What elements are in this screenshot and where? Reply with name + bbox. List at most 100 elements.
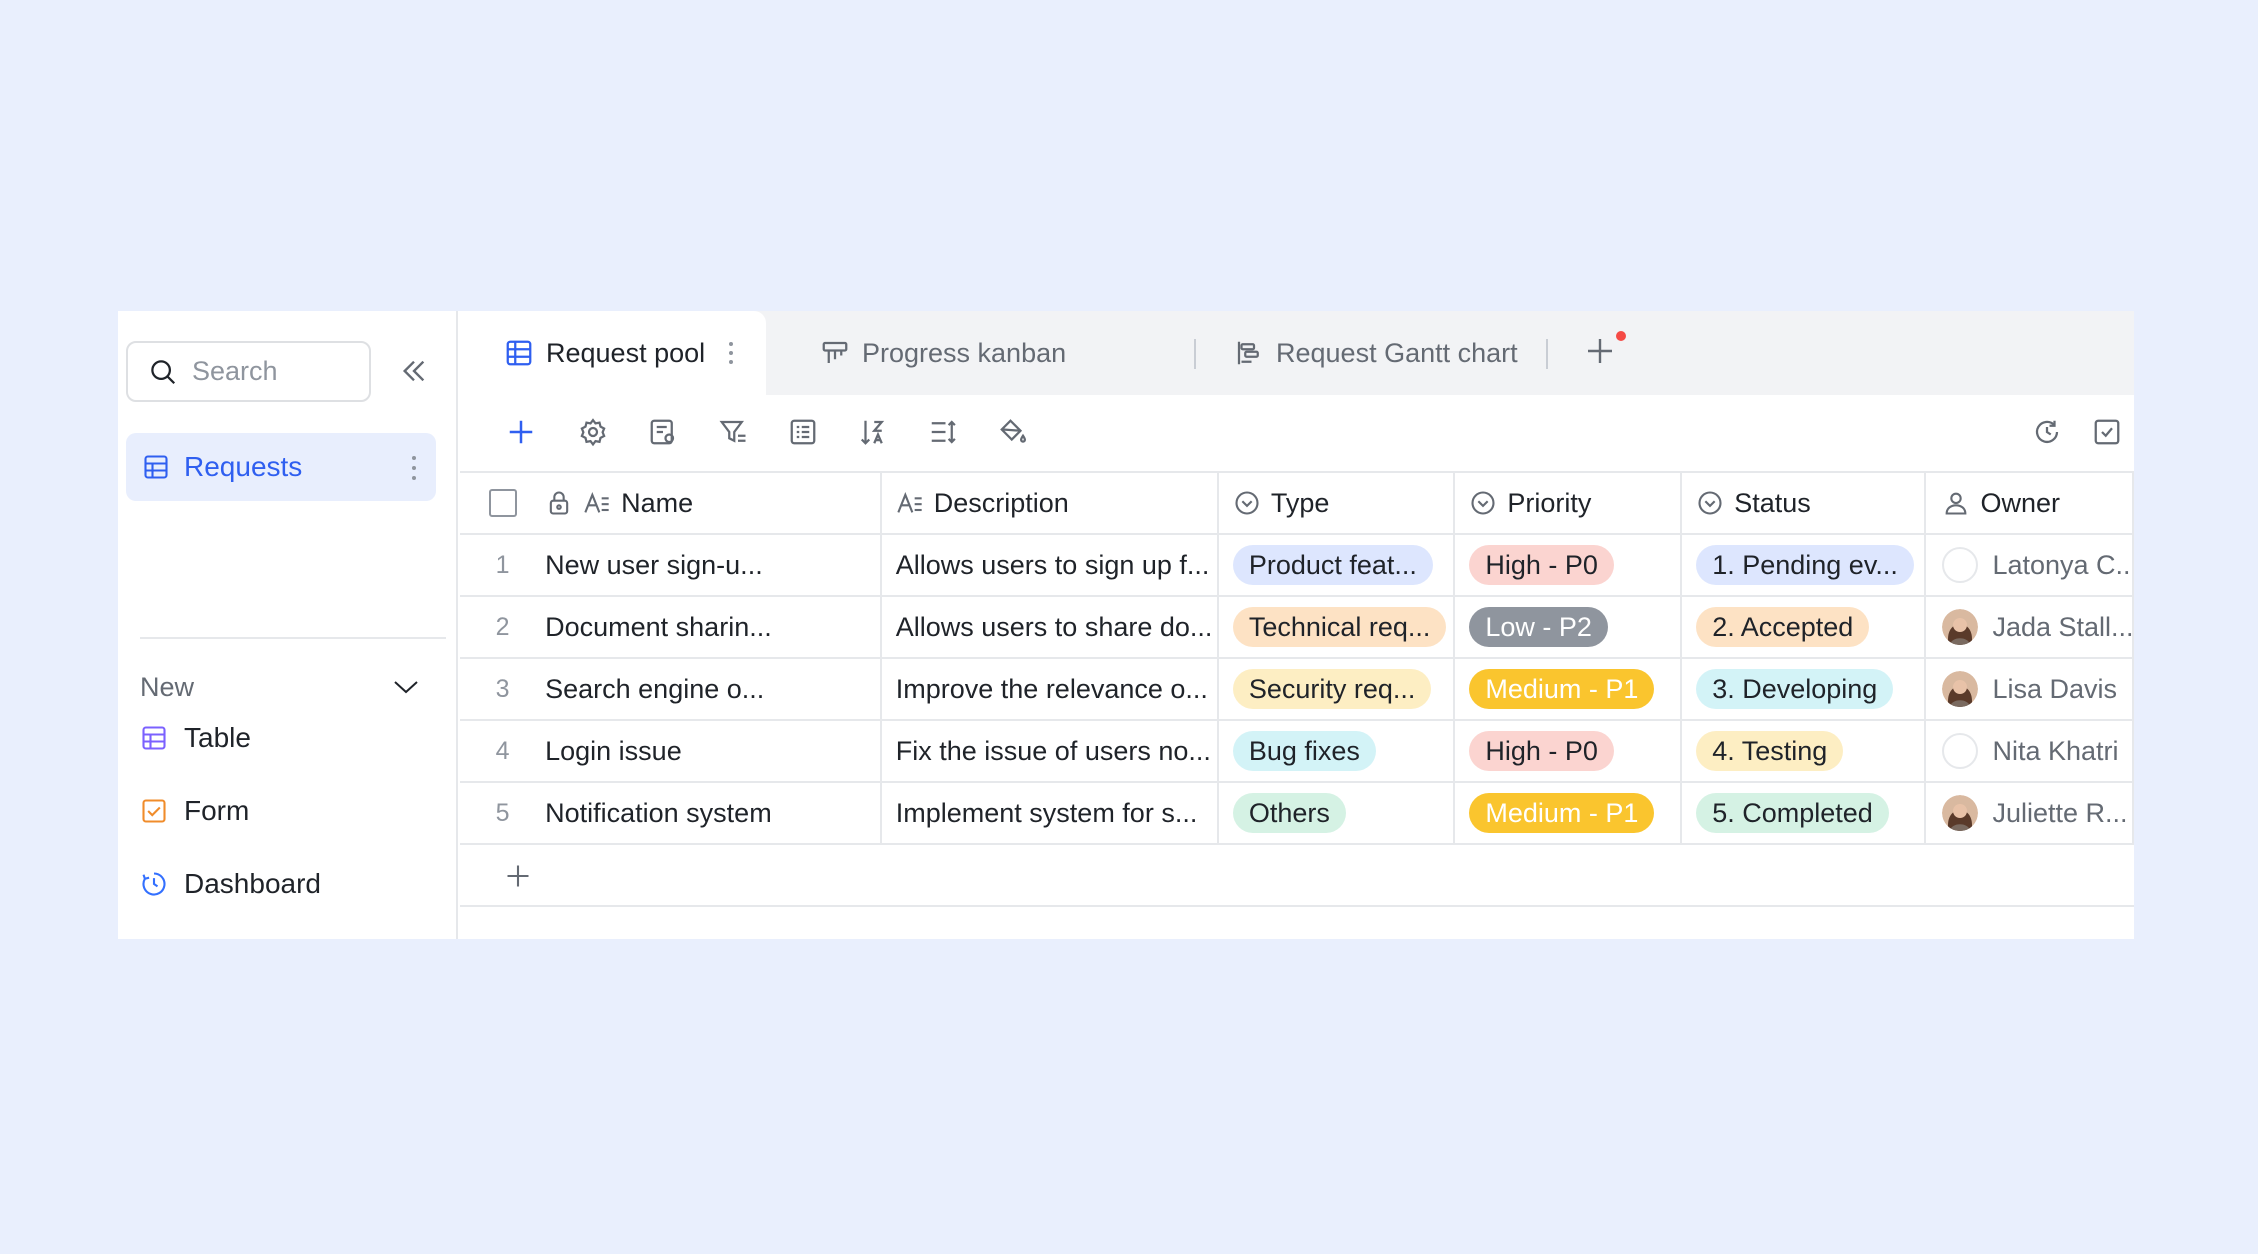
cell-owner[interactable]: Jada Stall...	[1926, 597, 2134, 657]
cell-priority[interactable]: Medium - P1	[1455, 659, 1683, 719]
cell-status[interactable]: 5. Completed	[1682, 783, 1927, 843]
new-section-toggle[interactable]: New	[140, 667, 430, 707]
cell-type[interactable]: Others	[1219, 783, 1456, 843]
plus-icon	[1588, 339, 1612, 363]
owner-name: Jada Stall...	[1992, 611, 2134, 642]
owner-name: Latonya C...	[1992, 549, 2134, 580]
column-header-name[interactable]: Name	[545, 473, 882, 533]
cell-owner[interactable]: Latonya C...	[1926, 535, 2134, 595]
owner-name: Nita Khatri	[1992, 735, 2119, 766]
cell-text: Notification system	[545, 797, 772, 828]
cell-text: Fix the issue of users no...	[895, 735, 1211, 766]
lock-icon	[549, 491, 569, 515]
cell-type[interactable]: Technical req...	[1219, 597, 1456, 657]
tab-progress-kanban[interactable]: Progress kanban	[820, 311, 1066, 395]
cell-owner[interactable]: Juliette R...	[1926, 783, 2134, 843]
cell-name[interactable]: New user sign-u...	[545, 535, 882, 595]
row-number: 5	[495, 798, 510, 827]
table-row[interactable]: 4 Login issue Fix the issue of users no...…	[460, 721, 2134, 783]
column-header-label: Description	[933, 487, 1069, 518]
cell-status[interactable]: 4. Testing	[1682, 721, 1927, 781]
new-label: New	[140, 671, 195, 702]
avatar	[1942, 671, 1979, 707]
search-box[interactable]	[126, 341, 371, 402]
cell-text: Allows users to sign up f...	[895, 549, 1210, 580]
create-dashboard-item[interactable]: Dashboard	[140, 859, 321, 909]
cell-name[interactable]: Notification system	[545, 783, 882, 843]
more-vertical-icon[interactable]	[410, 453, 418, 483]
notification-dot	[1616, 331, 1626, 341]
cell-description[interactable]: Fix the issue of users no...	[882, 721, 1219, 781]
cell-owner[interactable]: Lisa Davis	[1926, 659, 2134, 719]
table-row[interactable]: 5 Notification system Implement system for…	[460, 783, 2134, 845]
row-number: 3	[495, 674, 510, 703]
select-all-checkbox[interactable]	[488, 489, 517, 517]
cell-type[interactable]: Product feat...	[1219, 535, 1456, 595]
collapse-sidebar-button[interactable]	[398, 355, 430, 387]
column-header-description[interactable]: Description	[882, 473, 1219, 533]
plus-icon	[509, 420, 533, 444]
cell-priority[interactable]: Medium - P1	[1455, 783, 1683, 843]
column-header-status[interactable]: Status	[1682, 473, 1927, 533]
add-view-button[interactable]	[1584, 331, 1626, 371]
table-row[interactable]: 2 Document sharin... Allows users to share…	[460, 597, 2134, 659]
priority-tag: Medium - P1	[1469, 793, 1655, 833]
plus-icon[interactable]	[504, 862, 532, 890]
cell-type[interactable]: Security req...	[1219, 659, 1456, 719]
tab-request-pool[interactable]: Request pool	[460, 311, 766, 395]
tasks-button[interactable]	[2090, 415, 2124, 449]
app-window: Requests New Table Form Dashboard Reques…	[118, 311, 2134, 939]
column-header-label: Status	[1734, 487, 1811, 518]
cell-priority[interactable]: High - P0	[1455, 721, 1683, 781]
avatar	[1942, 795, 1979, 831]
double-chevron-left-icon	[402, 360, 425, 382]
table-row[interactable]: 1 New user sign-u... Allows users to sign …	[460, 535, 2134, 597]
type-tag: Bug fixes	[1232, 731, 1376, 771]
table-body: 1 New user sign-u... Allows users to sign …	[460, 535, 2134, 845]
sidebar-item-requests[interactable]: Requests	[126, 433, 436, 501]
tab-request-gantt-chart[interactable]: Request Gantt chart	[1234, 311, 1518, 395]
row-height-button[interactable]	[926, 415, 960, 449]
select-all-cell	[460, 473, 545, 533]
sidebar: Requests New Table Form Dashboard	[118, 311, 458, 939]
cell-status[interactable]: 2. Accepted	[1682, 597, 1927, 657]
settings-button[interactable]	[576, 415, 610, 449]
cell-name[interactable]: Login issue	[545, 721, 882, 781]
cell-name[interactable]: Search engine o...	[545, 659, 882, 719]
owner-name: Lisa Davis	[1992, 673, 2117, 704]
cell-status[interactable]: 3. Developing	[1682, 659, 1927, 719]
create-form-item[interactable]: Form	[140, 786, 249, 836]
row-index: 3	[460, 659, 545, 719]
tab-separator	[1194, 339, 1196, 369]
group-button[interactable]	[786, 415, 820, 449]
cell-description[interactable]: Improve the relevance o...	[882, 659, 1219, 719]
sidebar-divider	[140, 637, 446, 639]
add-row[interactable]	[460, 845, 2134, 907]
cell-description[interactable]: Allows users to sign up f...	[882, 535, 1219, 595]
checkbox-icon	[2094, 419, 2120, 445]
more-vertical-icon[interactable]	[727, 339, 735, 367]
sort-button[interactable]	[856, 415, 890, 449]
cell-priority[interactable]: High - P0	[1455, 535, 1683, 595]
field-settings-button[interactable]	[646, 415, 680, 449]
history-button[interactable]	[2030, 415, 2064, 449]
status-tag: 5. Completed	[1696, 793, 1889, 833]
cell-name[interactable]: Document sharin...	[545, 597, 882, 657]
fill-color-button[interactable]	[996, 415, 1030, 449]
add-record-button[interactable]	[504, 415, 538, 449]
cell-status[interactable]: 1. Pending ev...	[1682, 535, 1927, 595]
cell-owner[interactable]: Nita Khatri	[1926, 721, 2134, 781]
cell-priority[interactable]: Low - P2	[1455, 597, 1683, 657]
table-row[interactable]: 3 Search engine o... Improve the relevance…	[460, 659, 2134, 721]
cell-description[interactable]: Allows users to share do...	[882, 597, 1219, 657]
field-list-icon	[650, 419, 675, 445]
column-header-priority[interactable]: Priority	[1455, 473, 1683, 533]
create-table-item[interactable]: Table	[140, 713, 251, 763]
search-input[interactable]	[192, 356, 352, 387]
column-header-owner[interactable]: Owner	[1926, 473, 2134, 533]
filter-button[interactable]	[716, 415, 750, 449]
row-number: 2	[495, 612, 510, 641]
cell-description[interactable]: Implement system for s...	[882, 783, 1219, 843]
cell-type[interactable]: Bug fixes	[1219, 721, 1456, 781]
column-header-type[interactable]: Type	[1219, 473, 1456, 533]
